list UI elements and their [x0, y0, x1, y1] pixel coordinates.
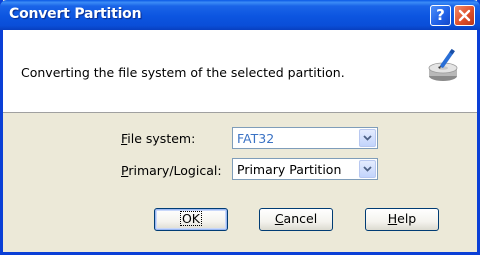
primary-logical-dropdown-button[interactable]	[359, 160, 376, 178]
ok-button[interactable]: OK	[154, 208, 228, 231]
header-description: Converting the file system of the select…	[21, 65, 345, 80]
primary-logical-label: Primary/Logical:	[121, 163, 222, 178]
file-system-dropdown-button[interactable]	[359, 129, 376, 147]
close-button[interactable]	[454, 5, 475, 26]
file-system-value: FAT32	[237, 131, 275, 146]
chevron-down-icon	[363, 135, 372, 141]
primary-logical-select[interactable]: Primary Partition	[232, 158, 378, 180]
dialog-header: Converting the file system of the select…	[3, 30, 477, 113]
help-title-button[interactable]: ?	[430, 5, 451, 26]
window-title: Convert Partition	[9, 6, 142, 22]
title-bar[interactable]: Convert Partition ?	[0, 0, 480, 30]
chevron-down-icon	[363, 166, 372, 172]
cancel-button[interactable]: Cancel	[259, 208, 333, 231]
disk-convert-icon	[428, 48, 458, 81]
file-system-label: File system:	[121, 131, 196, 146]
help-button[interactable]: Help	[365, 208, 439, 231]
primary-logical-value: Primary Partition	[237, 162, 342, 177]
close-icon	[458, 9, 471, 22]
file-system-select[interactable]: FAT32	[232, 127, 378, 149]
convert-partition-dialog: Convert Partition ? Converting the file …	[0, 0, 480, 255]
